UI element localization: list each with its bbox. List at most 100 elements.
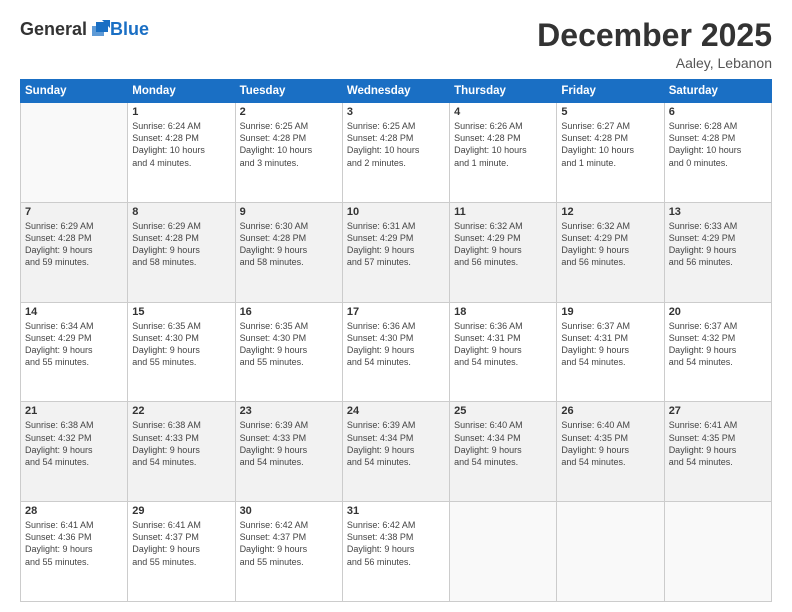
calendar-cell: 31 Sunrise: 6:42 AMSunset: 4:38 PMDayligh… [342,502,449,602]
day-number: 6 [669,106,767,118]
day-info: Sunrise: 6:25 AMSunset: 4:28 PMDaylight:… [347,120,445,169]
day-number: 15 [132,306,230,318]
day-info: Sunrise: 6:42 AMSunset: 4:37 PMDaylight:… [240,519,338,568]
calendar-cell: 7 Sunrise: 6:29 AMSunset: 4:28 PMDaylight… [21,202,128,302]
calendar-week-row: 28 Sunrise: 6:41 AMSunset: 4:36 PMDayligh… [21,502,772,602]
day-info: Sunrise: 6:38 AMSunset: 4:33 PMDaylight:… [132,419,230,468]
calendar-cell: 20 Sunrise: 6:37 AMSunset: 4:32 PMDayligh… [664,302,771,402]
day-number: 27 [669,405,767,417]
day-number: 14 [25,306,123,318]
day-info: Sunrise: 6:37 AMSunset: 4:32 PMDaylight:… [669,320,767,369]
calendar-header-row: SundayMondayTuesdayWednesdayThursdayFrid… [21,80,772,103]
day-info: Sunrise: 6:38 AMSunset: 4:32 PMDaylight:… [25,419,123,468]
col-header-friday: Friday [557,80,664,103]
calendar-week-row: 21Sunrise: 6:38 AMSunset: 4:32 PMDayligh… [21,402,772,502]
day-info: Sunrise: 6:33 AMSunset: 4:29 PMDaylight:… [669,220,767,269]
calendar-cell: 14 Sunrise: 6:34 AMSunset: 4:29 PMDayligh… [21,302,128,402]
day-info: Sunrise: 6:30 AMSunset: 4:28 PMDaylight:… [240,220,338,269]
calendar-cell: 9 Sunrise: 6:30 AMSunset: 4:28 PMDaylight… [235,202,342,302]
day-info: Sunrise: 6:26 AMSunset: 4:28 PMDaylight:… [454,120,552,169]
day-number: 16 [240,306,338,318]
calendar-cell: 5Sunrise: 6:27 AMSunset: 4:28 PMDaylight… [557,103,664,203]
day-info: Sunrise: 6:42 AMSunset: 4:38 PMDaylight:… [347,519,445,568]
day-info: Sunrise: 6:25 AMSunset: 4:28 PMDaylight:… [240,120,338,169]
day-info: Sunrise: 6:36 AMSunset: 4:31 PMDaylight:… [454,320,552,369]
calendar-cell: 21Sunrise: 6:38 AMSunset: 4:32 PMDayligh… [21,402,128,502]
day-number: 5 [561,106,659,118]
day-number: 4 [454,106,552,118]
day-number: 28 [25,505,123,517]
day-number: 3 [347,106,445,118]
calendar-cell: 19Sunrise: 6:37 AMSunset: 4:31 PMDayligh… [557,302,664,402]
calendar-cell: 16 Sunrise: 6:35 AMSunset: 4:30 PMDayligh… [235,302,342,402]
page: General Blue December 2025 Aaley, Lebano… [0,0,792,612]
day-info: Sunrise: 6:31 AMSunset: 4:29 PMDaylight:… [347,220,445,269]
day-info: Sunrise: 6:41 AMSunset: 4:37 PMDaylight:… [132,519,230,568]
day-info: Sunrise: 6:41 AMSunset: 4:35 PMDaylight:… [669,419,767,468]
title-block: December 2025 Aaley, Lebanon [537,18,772,71]
col-header-tuesday: Tuesday [235,80,342,103]
day-number: 9 [240,206,338,218]
day-number: 26 [561,405,659,417]
day-number: 1 [132,106,230,118]
calendar-cell: 30 Sunrise: 6:42 AMSunset: 4:37 PMDayligh… [235,502,342,602]
calendar-week-row: 14 Sunrise: 6:34 AMSunset: 4:29 PMDayligh… [21,302,772,402]
calendar-cell: 4 Sunrise: 6:26 AMSunset: 4:28 PMDaylight… [450,103,557,203]
calendar-cell: 22 Sunrise: 6:38 AMSunset: 4:33 PMDayligh… [128,402,235,502]
calendar-table: SundayMondayTuesdayWednesdayThursdayFrid… [20,79,772,602]
col-header-saturday: Saturday [664,80,771,103]
day-number: 18 [454,306,552,318]
day-number: 30 [240,505,338,517]
logo: General Blue [20,18,149,40]
col-header-sunday: Sunday [21,80,128,103]
day-info: Sunrise: 6:29 AMSunset: 4:28 PMDaylight:… [132,220,230,269]
calendar-cell: 17Sunrise: 6:36 AMSunset: 4:30 PMDayligh… [342,302,449,402]
day-info: Sunrise: 6:24 AMSunset: 4:28 PMDaylight:… [132,120,230,169]
calendar-cell: 1 Sunrise: 6:24 AMSunset: 4:28 PMDaylight… [128,103,235,203]
calendar-cell: 29 Sunrise: 6:41 AMSunset: 4:37 PMDayligh… [128,502,235,602]
calendar-cell: 8 Sunrise: 6:29 AMSunset: 4:28 PMDaylight… [128,202,235,302]
header: General Blue December 2025 Aaley, Lebano… [20,18,772,71]
day-number: 22 [132,405,230,417]
logo-general-text: General [20,20,87,38]
day-info: Sunrise: 6:35 AMSunset: 4:30 PMDaylight:… [240,320,338,369]
calendar-cell [450,502,557,602]
day-info: Sunrise: 6:32 AMSunset: 4:29 PMDaylight:… [561,220,659,269]
calendar-cell [21,103,128,203]
day-number: 23 [240,405,338,417]
day-number: 11 [454,206,552,218]
logo-icon [88,18,110,40]
day-number: 13 [669,206,767,218]
day-number: 10 [347,206,445,218]
day-info: Sunrise: 6:41 AMSunset: 4:36 PMDaylight:… [25,519,123,568]
calendar-cell: 12 Sunrise: 6:32 AMSunset: 4:29 PMDayligh… [557,202,664,302]
calendar-cell: 13 Sunrise: 6:33 AMSunset: 4:29 PMDayligh… [664,202,771,302]
day-number: 31 [347,505,445,517]
day-number: 2 [240,106,338,118]
calendar-week-row: 7 Sunrise: 6:29 AMSunset: 4:28 PMDaylight… [21,202,772,302]
day-info: Sunrise: 6:40 AMSunset: 4:35 PMDaylight:… [561,419,659,468]
day-number: 8 [132,206,230,218]
calendar-week-row: 1 Sunrise: 6:24 AMSunset: 4:28 PMDaylight… [21,103,772,203]
calendar-cell: 28 Sunrise: 6:41 AMSunset: 4:36 PMDayligh… [21,502,128,602]
day-info: Sunrise: 6:36 AMSunset: 4:30 PMDaylight:… [347,320,445,369]
calendar-cell: 3 Sunrise: 6:25 AMSunset: 4:28 PMDaylight… [342,103,449,203]
logo-blue-text: Blue [110,20,149,38]
calendar-cell: 26 Sunrise: 6:40 AMSunset: 4:35 PMDayligh… [557,402,664,502]
day-number: 7 [25,206,123,218]
day-info: Sunrise: 6:32 AMSunset: 4:29 PMDaylight:… [454,220,552,269]
day-number: 20 [669,306,767,318]
day-number: 25 [454,405,552,417]
calendar-cell [664,502,771,602]
day-info: Sunrise: 6:29 AMSunset: 4:28 PMDaylight:… [25,220,123,269]
day-number: 29 [132,505,230,517]
day-info: Sunrise: 6:39 AMSunset: 4:33 PMDaylight:… [240,419,338,468]
calendar-cell: 24Sunrise: 6:39 AMSunset: 4:34 PMDayligh… [342,402,449,502]
col-header-wednesday: Wednesday [342,80,449,103]
day-info: Sunrise: 6:40 AMSunset: 4:34 PMDaylight:… [454,419,552,468]
day-info: Sunrise: 6:37 AMSunset: 4:31 PMDaylight:… [561,320,659,369]
calendar-cell: 2 Sunrise: 6:25 AMSunset: 4:28 PMDaylight… [235,103,342,203]
day-number: 12 [561,206,659,218]
location: Aaley, Lebanon [537,55,772,71]
day-info: Sunrise: 6:34 AMSunset: 4:29 PMDaylight:… [25,320,123,369]
